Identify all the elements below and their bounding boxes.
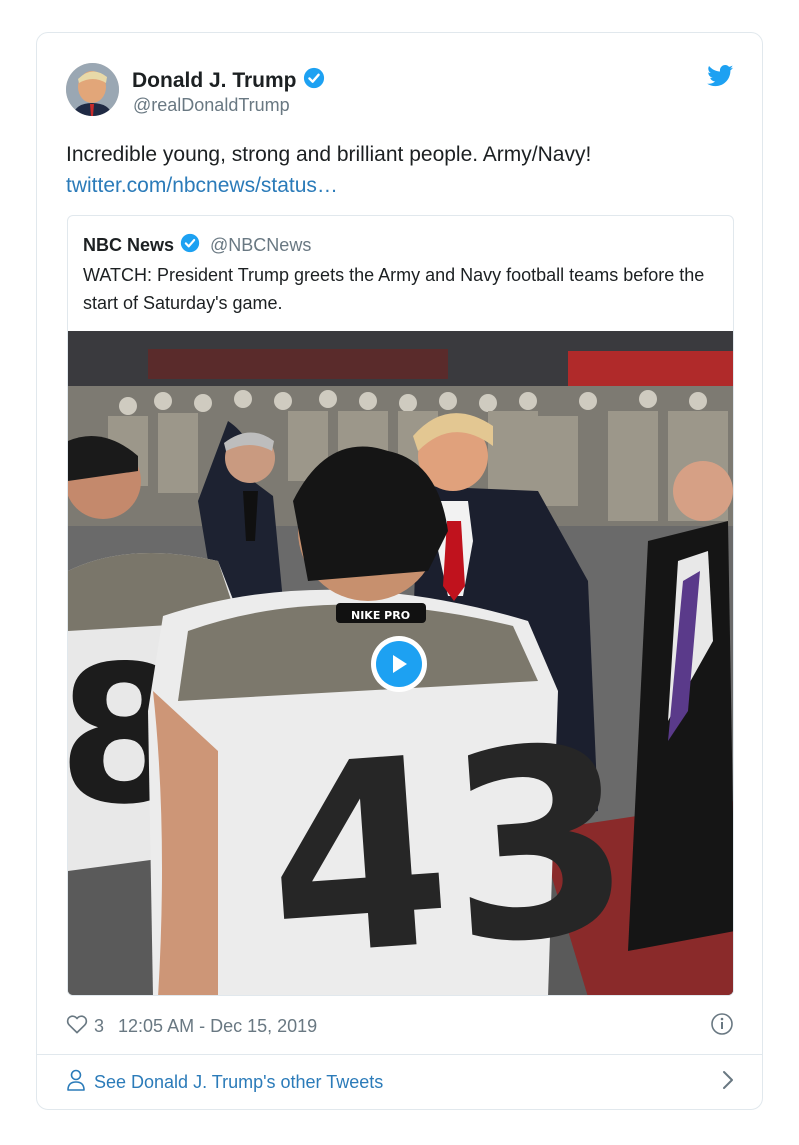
heart-icon[interactable]	[66, 1014, 88, 1039]
like-count[interactable]: 3	[94, 1016, 104, 1037]
tweet-link[interactable]: twitter.com/nbcnews/status…	[66, 170, 736, 201]
tweet-text: Incredible young, strong and brilliant p…	[66, 139, 736, 201]
author-name-text: Donald J. Trump	[132, 69, 297, 92]
quoted-tweet-text: WATCH: President Trump greets the Army a…	[83, 265, 705, 313]
tweet-embed-card: Donald J. Trump @realDonaldTrump Incredi…	[36, 32, 763, 1110]
author-name[interactable]: Donald J. Trump	[132, 67, 325, 95]
other-tweets-link[interactable]: See Donald J. Trump's other Tweets	[66, 1067, 734, 1097]
quoted-tweet-header: NBC News @NBCNews	[83, 233, 311, 258]
avatar[interactable]	[66, 63, 119, 116]
footer-divider	[37, 1054, 762, 1055]
jersey-number-front: 43	[258, 689, 640, 996]
verified-badge-icon	[303, 67, 325, 95]
info-icon[interactable]	[710, 1012, 734, 1041]
person-icon	[66, 1069, 86, 1096]
quoted-author-handle[interactable]: @NBCNews	[210, 235, 311, 256]
tweet-body: Incredible young, strong and brilliant p…	[66, 143, 592, 166]
play-icon	[376, 641, 422, 687]
collar-text: NIKE PRO	[351, 609, 410, 622]
other-tweets-label: See Donald J. Trump's other Tweets	[94, 1071, 384, 1092]
tweet-meta: 3 12:05 AM - Dec 15, 2019	[66, 1011, 734, 1041]
tweet-header: Donald J. Trump @realDonaldTrump	[66, 61, 734, 121]
chevron-right-icon	[722, 1070, 734, 1095]
twitter-bird-icon[interactable]	[707, 65, 734, 92]
verified-badge-icon	[180, 233, 200, 258]
play-button[interactable]	[371, 636, 427, 692]
timestamp[interactable]: 12:05 AM - Dec 15, 2019	[118, 1016, 317, 1037]
video-thumbnail[interactable]: 8 NIKE PRO 43	[68, 331, 733, 996]
quoted-author-name[interactable]: NBC News	[83, 235, 174, 256]
author-handle[interactable]: @realDonaldTrump	[133, 95, 290, 116]
quoted-tweet[interactable]: NBC News @NBCNews WATCH: President Trump…	[67, 215, 734, 996]
